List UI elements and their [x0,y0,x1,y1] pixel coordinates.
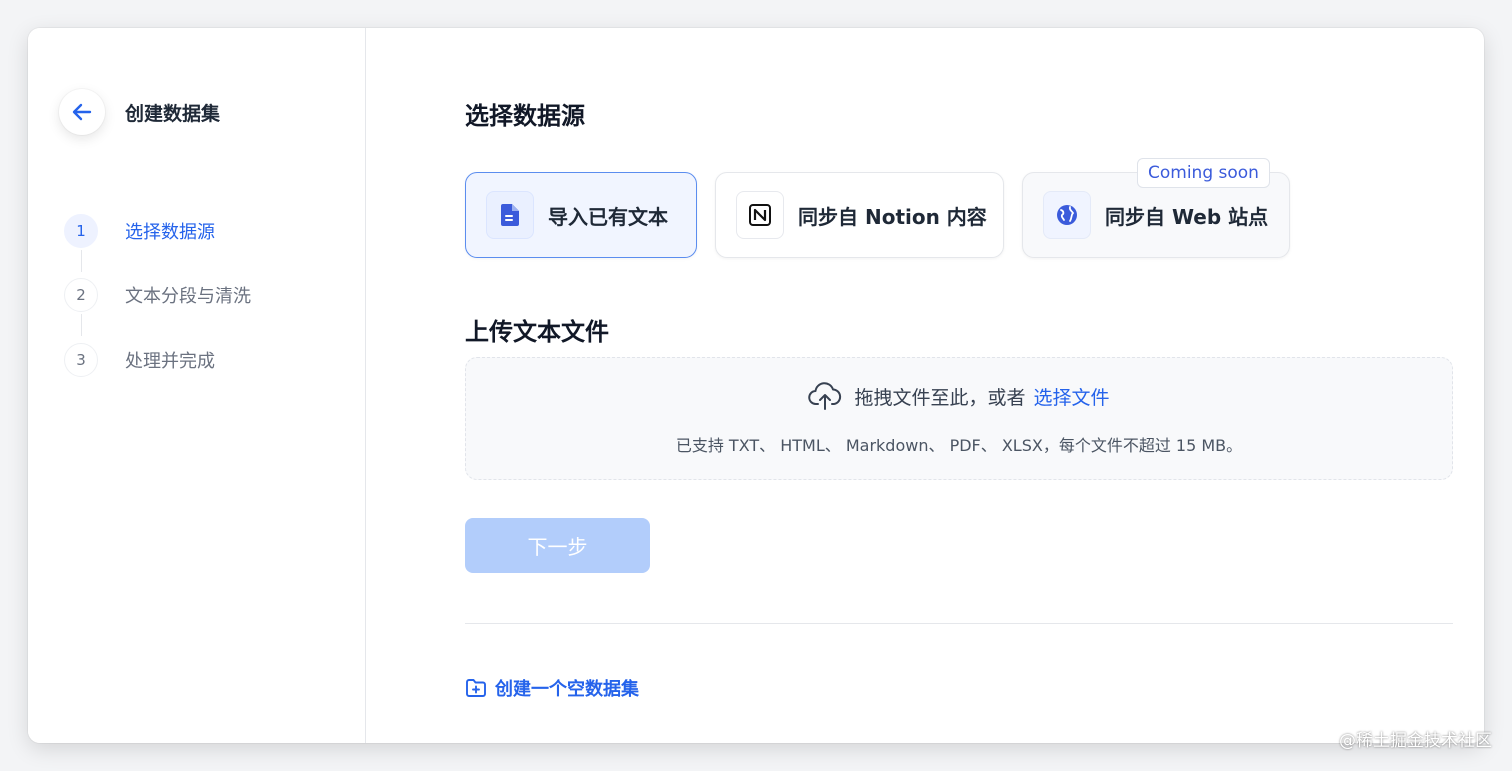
card-label: 同步自 Web 站点 [1105,204,1269,229]
next-step-button[interactable]: 下一步 [465,518,650,573]
step-3[interactable]: 3 处理并完成 [64,343,215,377]
step-2[interactable]: 2 文本分段与清洗 [64,278,251,312]
back-button[interactable] [59,89,105,135]
app-window: 创建数据集 1 选择数据源 2 文本分段与清洗 3 处理并完成 选择数据源 导入… [28,28,1484,743]
card-label: 同步自 Notion 内容 [798,204,987,229]
sidebar: 创建数据集 1 选择数据源 2 文本分段与清洗 3 处理并完成 [28,28,366,743]
folder-plus-icon [466,679,486,697]
upload-title: 上传文本文件 [465,318,609,346]
card-icon-box [1043,191,1091,239]
divider [465,623,1453,624]
cloud-upload-icon [808,382,842,410]
file-dropzone[interactable]: 拖拽文件至此，或者 选择文件 已支持 TXT、 HTML、 Markdown、 … [465,357,1453,480]
source-card-notion[interactable]: 同步自 Notion 内容 [715,172,1004,258]
step-label: 选择数据源 [125,222,215,243]
card-label: 导入已有文本 [548,204,668,229]
globe-icon [1057,205,1077,225]
source-card-import-text[interactable]: 导入已有文本 [465,172,697,258]
file-icon [501,204,519,226]
arrow-left-icon [72,103,92,121]
create-empty-dataset-label: 创建一个空数据集 [495,679,639,700]
step-1[interactable]: 1 选择数据源 [64,214,215,248]
main-content: 选择数据源 导入已有文本 同步自 Notion 内容 同步自 Web 站点 Co… [465,28,1465,743]
sidebar-title: 创建数据集 [125,103,221,125]
select-file-link[interactable]: 选择文件 [1034,383,1110,410]
dropzone-hint: 已支持 TXT、 HTML、 Markdown、 PDF、 XLSX，每个文件不… [675,436,1243,455]
step-number: 1 [64,214,98,248]
dropzone-row: 拖拽文件至此，或者 选择文件 [466,382,1452,410]
dropzone-text: 拖拽文件至此，或者 [854,386,1026,409]
create-empty-dataset-link[interactable]: 创建一个空数据集 [465,675,639,701]
step-connector [81,314,82,336]
coming-soon-badge: Coming soon [1137,158,1270,188]
card-icon-box [486,191,534,239]
step-number: 2 [64,278,98,312]
card-icon-box [736,191,784,239]
watermark: @稀土掘金技术社区 [1339,731,1492,751]
page-title: 选择数据源 [465,102,585,130]
step-label: 文本分段与清洗 [125,286,251,307]
step-label: 处理并完成 [125,351,215,372]
notion-icon [749,204,771,226]
step-number: 3 [64,343,98,377]
step-connector [81,250,82,272]
